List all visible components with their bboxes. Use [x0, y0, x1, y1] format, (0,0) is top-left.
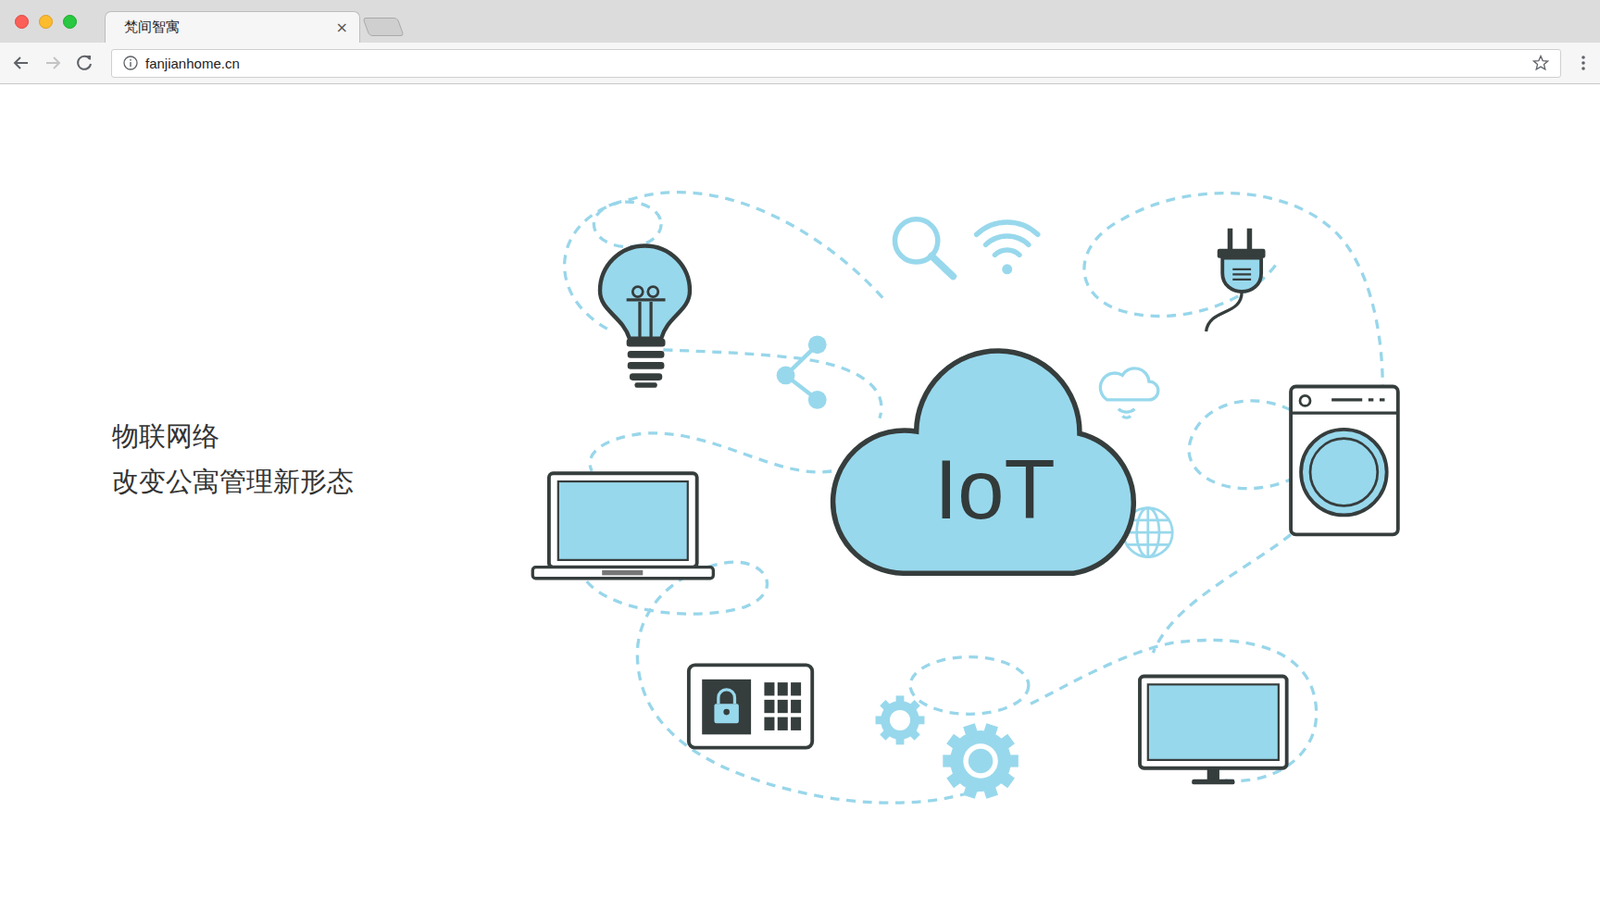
dashed-loop	[593, 201, 662, 247]
window-controls	[14, 14, 77, 29]
tab-bar: 梵间智寓 ×	[0, 0, 1600, 43]
new-tab-button[interactable]	[362, 17, 404, 37]
zoom-window-button[interactable]	[62, 14, 77, 29]
back-arrow-icon[interactable]	[11, 52, 32, 74]
laptop-icon	[532, 473, 713, 579]
wifi-icon	[976, 222, 1038, 275]
browser-window: 梵间智寓 × fanjianhome.cn IoT 物联网络改变公寓管理新形态	[0, 0, 1600, 898]
dashed-connection	[662, 350, 882, 419]
search-icon	[894, 219, 953, 277]
close-window-button[interactable]	[14, 14, 29, 29]
lightbulb-icon	[600, 245, 690, 388]
hero-line: 改变公寓管理新形态	[112, 459, 1600, 505]
small-cloud-icon	[1100, 368, 1158, 418]
bookmark-star-icon[interactable]	[1532, 54, 1550, 72]
minimize-window-button[interactable]	[38, 14, 53, 29]
plug-icon	[1206, 228, 1266, 332]
cloud-label: IoT	[934, 442, 1056, 537]
dashed-connection	[1188, 400, 1291, 489]
dashed-loop	[910, 657, 1029, 715]
browser-tab[interactable]: 梵间智寓 ×	[104, 11, 361, 43]
tab-close-button[interactable]: ×	[336, 18, 349, 37]
toolbar: fanjianhome.cn	[0, 42, 1600, 85]
address-bar[interactable]: fanjianhome.cn	[111, 49, 1562, 78]
dashed-connection	[1084, 193, 1383, 388]
url-text: fanjianhome.cn	[145, 55, 1525, 72]
hero-text: 物联网络改变公寓管理新形态	[112, 413, 1600, 505]
monitor-icon	[1139, 676, 1288, 786]
menu-dots-icon[interactable]	[1579, 53, 1588, 73]
info-icon[interactable]	[123, 55, 138, 71]
iot-cloud: IoT	[833, 350, 1135, 574]
dashed-connection	[587, 562, 1011, 803]
dashed-connection	[589, 433, 832, 473]
tab-title: 梵间智寓	[124, 18, 337, 37]
page-content: IoT 物联网络改变公寓管理新形态	[0, 84, 1600, 898]
washing-machine-icon	[1290, 387, 1399, 536]
dashed-connection	[1030, 639, 1317, 781]
hero-line: 物联网络	[112, 413, 1600, 460]
gears-icon	[875, 695, 1019, 799]
reload-icon[interactable]	[74, 52, 95, 74]
keypad-lock-icon	[688, 664, 813, 748]
share-icon	[776, 335, 827, 409]
forward-arrow-icon[interactable]	[42, 52, 63, 74]
dashed-connection	[1152, 534, 1291, 653]
